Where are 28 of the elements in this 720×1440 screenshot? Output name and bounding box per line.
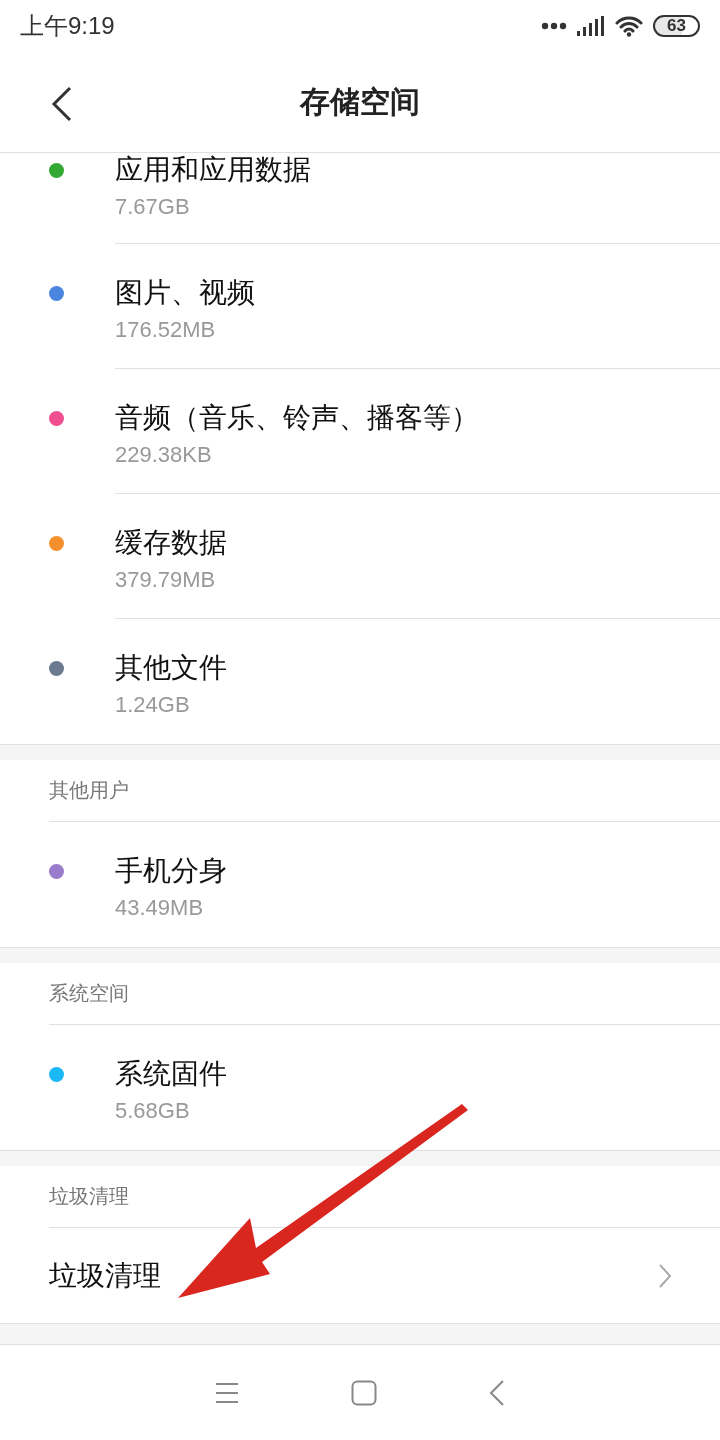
category-size: 5.68GB <box>115 1098 191 1124</box>
battery-indicator: 63 <box>653 15 700 37</box>
category-name: 系统固件 <box>115 1057 227 1091</box>
category-name: 图片、视频 <box>115 276 255 310</box>
category-size: 229.38KB <box>115 442 213 468</box>
category-name: 其他文件 <box>115 651 227 685</box>
wifi-icon <box>615 15 644 37</box>
row-label: 垃圾清理 <box>49 1258 161 1293</box>
category-size: 43.49MB <box>115 895 205 921</box>
category-name: 音频（音乐、铃声、播客等） <box>115 401 479 435</box>
chevron-right-icon <box>658 1262 672 1289</box>
category-size: 1.24GB <box>115 692 191 718</box>
menu-icon[interactable] <box>215 1381 239 1404</box>
category-size: 176.52MB <box>115 317 217 343</box>
back-icon[interactable] <box>50 86 72 122</box>
clock-time: 上午9:19 <box>20 11 115 41</box>
category-size: 7.67GB <box>115 194 191 220</box>
more-dots-icon <box>541 22 568 30</box>
category-name: 手机分身 <box>115 854 227 888</box>
cleanup-row[interactable]: 垃圾清理 <box>0 1228 720 1323</box>
section-heading: 系统空间 <box>49 963 720 1025</box>
category-size: 379.79MB <box>115 567 217 593</box>
page-title: 存储空间 <box>300 82 420 121</box>
signal-icon <box>577 16 606 36</box>
category-name: 应用和应用数据 <box>115 153 311 187</box>
section-heading: 其他用户 <box>49 760 720 822</box>
home-icon[interactable] <box>351 1379 377 1406</box>
category-name: 缓存数据 <box>115 526 227 560</box>
